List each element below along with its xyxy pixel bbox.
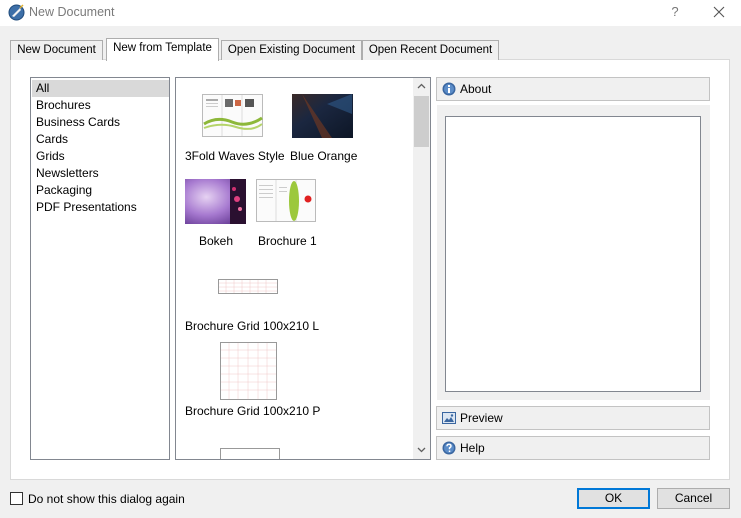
category-item-grids[interactable]: Grids	[32, 148, 169, 165]
do-not-show-checkbox[interactable]	[10, 492, 23, 505]
template-label: Brochure 1	[258, 234, 317, 248]
about-label: About	[460, 82, 492, 96]
category-item-newsletters[interactable]: Newsletters	[32, 165, 169, 182]
help-button[interactable]: Help	[436, 436, 710, 460]
category-item-packaging[interactable]: Packaging	[32, 182, 169, 199]
scribus-app-icon	[8, 4, 25, 21]
category-list[interactable]: All Brochures Business Cards Cards Grids…	[30, 77, 170, 460]
template-label: Blue Orange	[290, 149, 358, 163]
help-label: Help	[460, 441, 485, 455]
tab-open-recent-document[interactable]: Open Recent Document	[362, 40, 499, 60]
grid-thumbnail	[220, 448, 280, 459]
chevron-up-icon	[417, 83, 426, 89]
scroll-up-button[interactable]	[413, 78, 430, 95]
do-not-show-label[interactable]: Do not show this dialog again	[28, 492, 185, 506]
category-item-cards[interactable]: Cards	[32, 131, 169, 148]
image-preview-icon	[442, 412, 456, 424]
help-question-icon[interactable]: ?	[664, 2, 686, 22]
title-bar: New Document ?	[0, 0, 741, 26]
tab-open-existing-document[interactable]: Open Existing Document	[221, 40, 362, 60]
brochure-thumbnail	[256, 179, 316, 222]
tab-new-from-template[interactable]: New from Template	[106, 38, 219, 61]
category-item-pdf-presentations[interactable]: PDF Presentations	[32, 199, 169, 216]
dark-gradient-thumbnail	[292, 94, 353, 138]
template-label: Bokeh	[199, 234, 234, 248]
close-icon	[713, 6, 725, 18]
scroll-thumb[interactable]	[414, 96, 429, 147]
close-button[interactable]	[706, 2, 732, 22]
ok-button[interactable]: OK	[577, 488, 650, 509]
category-item-business-cards[interactable]: Business Cards	[32, 114, 169, 131]
info-icon	[442, 82, 456, 96]
preview-button[interactable]: Preview	[436, 406, 710, 430]
about-button[interactable]: About	[436, 77, 710, 101]
template-label: Brochure Grid 100x210 L	[185, 319, 320, 333]
bokeh-thumbnail	[185, 179, 246, 224]
about-text-box	[445, 116, 701, 392]
landscape-grid-thumbnail	[218, 279, 278, 294]
new-document-dialog: New Document ? New Document New from Tem…	[0, 0, 741, 518]
template-scrollbar[interactable]	[413, 78, 430, 459]
category-item-brochures[interactable]: Brochures	[32, 97, 169, 114]
tri-fold-brochure-thumbnail	[202, 94, 263, 137]
portrait-grid-thumbnail	[220, 342, 277, 400]
tab-new-document[interactable]: New Document	[10, 40, 103, 60]
category-item-all[interactable]: All	[32, 80, 169, 97]
cancel-button[interactable]: Cancel	[657, 488, 730, 509]
template-label: 3Fold Waves Style	[185, 149, 285, 163]
scroll-down-button[interactable]	[413, 442, 430, 459]
template-label: Brochure Grid 100x210 P	[185, 404, 321, 418]
preview-label: Preview	[460, 411, 503, 425]
chevron-down-icon	[417, 447, 426, 453]
window-title: New Document	[29, 5, 115, 19]
template-view[interactable]: 3Fold Waves Style Blue Orange Bokeh Broc…	[175, 77, 431, 460]
help-icon	[442, 441, 456, 455]
